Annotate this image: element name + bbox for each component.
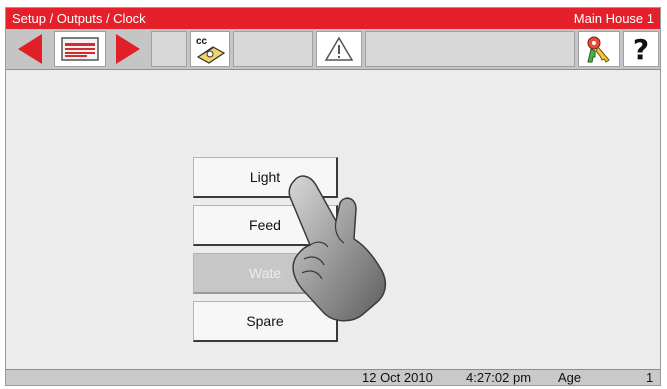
water-label: Wate xyxy=(248,265,282,281)
cc-cursor-icon: cc xyxy=(196,36,226,64)
age-label: Age xyxy=(558,370,582,385)
house-name: Main House 1 xyxy=(573,11,654,26)
breadcrumb: Setup / Outputs / Clock xyxy=(12,11,146,26)
card-icon xyxy=(61,37,99,61)
status-bar: 12 Oct 2010 4:27:02 pm Age 1 xyxy=(6,369,660,385)
pointing-hand-illustration xyxy=(288,175,387,322)
arrow-right-icon xyxy=(116,34,140,64)
keys-button[interactable] xyxy=(578,31,620,67)
help-icon: ? xyxy=(632,32,650,66)
screen-frame: Setup / Outputs / Clock Main House 1 cc xyxy=(5,7,661,386)
status-date: 12 Oct 2010 xyxy=(362,370,433,385)
toolbar-blank-3 xyxy=(365,31,575,67)
forward-button[interactable] xyxy=(108,31,148,67)
back-button[interactable] xyxy=(10,31,50,67)
toolbar-blank-2 xyxy=(233,31,313,67)
warning-icon xyxy=(324,36,354,61)
age-value: 1 xyxy=(646,370,654,385)
title-bar: Setup / Outputs / Clock Main House 1 xyxy=(6,8,660,29)
arrow-left-icon xyxy=(18,34,42,64)
toolbar-blank-1 xyxy=(151,31,187,67)
cc-label: cc xyxy=(196,36,208,47)
light-label: Light xyxy=(249,169,281,185)
status-time: 4:27:02 pm xyxy=(466,370,532,385)
toolbar: cc ? xyxy=(6,29,660,70)
cc-cursor-button[interactable]: cc xyxy=(190,31,230,67)
menu-card-button[interactable] xyxy=(54,31,106,67)
help-button[interactable]: ? xyxy=(623,31,659,67)
spare-label: Spare xyxy=(246,313,284,329)
feed-label: Feed xyxy=(249,217,281,233)
alarm-button[interactable] xyxy=(316,31,362,67)
keys-icon xyxy=(587,36,610,63)
